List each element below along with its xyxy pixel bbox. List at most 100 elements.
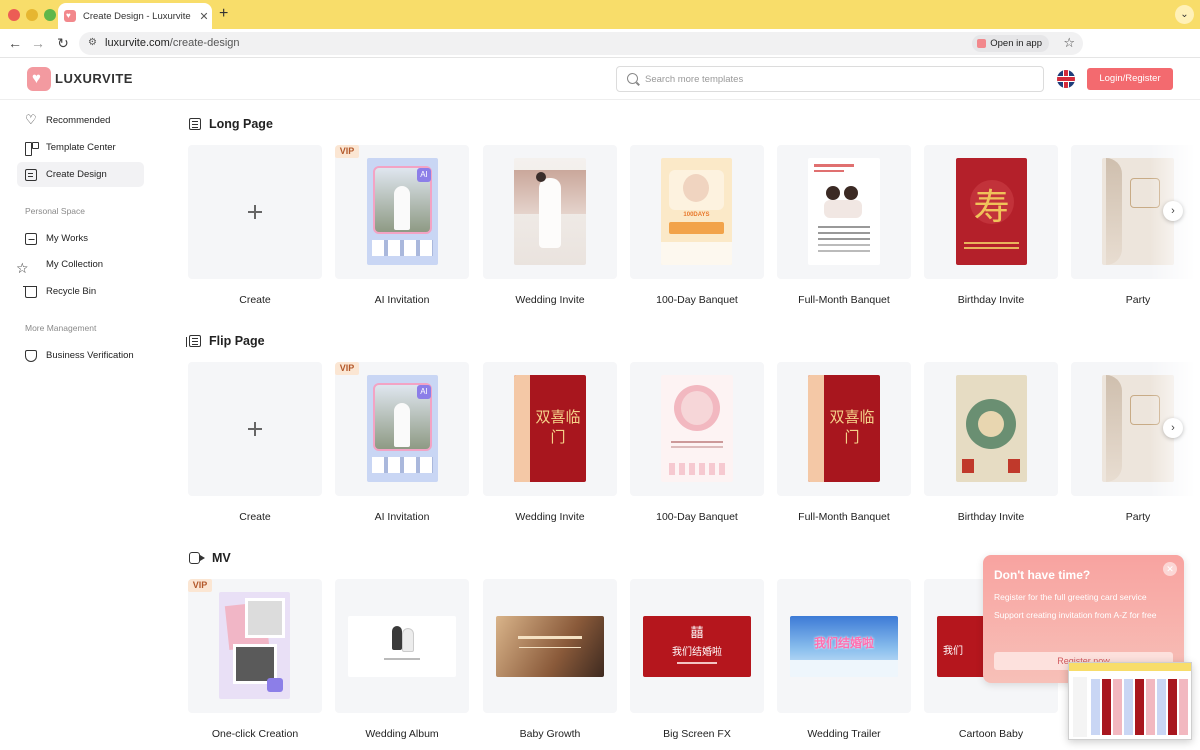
sidebar-item-template-center[interactable]: Template Center (17, 135, 144, 160)
sidebar-item-my-collection[interactable]: My Collection (16, 252, 144, 277)
promo-text: Support creating invitation from A-Z for… (994, 610, 1157, 620)
card-wedding-invite[interactable]: 双喜临门 (483, 362, 617, 496)
card-label: Party (1125, 294, 1151, 306)
card-100-day-banquet[interactable] (630, 362, 764, 496)
search-box[interactable] (616, 66, 1044, 92)
bookmark-star-icon[interactable]: ☆ (1063, 35, 1075, 51)
section-title-mv: MV (189, 551, 231, 565)
sidebar-item-recycle-bin[interactable]: Recycle Bin (17, 279, 144, 304)
plus-icon (248, 205, 262, 219)
shield-icon (25, 349, 37, 362)
card-wedding-trailer[interactable]: 我们结婚啦 (777, 579, 911, 713)
tab-search-chevron-icon[interactable]: ⌄ (1175, 5, 1194, 24)
card-label: Wedding Trailer (807, 728, 881, 740)
screenshot-preview-thumbnail[interactable] (1068, 662, 1192, 740)
card-label: Cartoon Baby (958, 728, 1024, 740)
cartoon-couple-thumbnail (808, 158, 880, 265)
card-create[interactable] (188, 362, 322, 496)
login-register-button[interactable]: Login/Register (1087, 68, 1173, 90)
flip-page-icon (186, 335, 201, 347)
card-birthday-invite[interactable]: 寿 (924, 145, 1058, 279)
search-input[interactable] (645, 71, 1025, 88)
big-screen-thumbnail: 囍 我们结婚啦 (643, 616, 751, 677)
template-icon (25, 141, 39, 156)
trash-icon (23, 285, 37, 298)
window-maximize-button[interactable] (44, 9, 56, 21)
window-close-button[interactable] (8, 9, 20, 21)
address-bar[interactable]: ⚙ luxurvite.com/create-design Open in ap… (79, 32, 1083, 55)
sidebar-item-create-design[interactable]: Create Design (17, 162, 144, 187)
personal-space-heading: Personal Space (25, 206, 86, 216)
site-settings-icon[interactable]: ⚙ (88, 37, 100, 49)
ai-invitation-thumbnail: AI (367, 375, 438, 482)
sidebar-item-business-verification[interactable]: Business Verification (17, 343, 144, 368)
reload-icon[interactable]: ↻ (54, 35, 72, 52)
sidebar-item-my-works[interactable]: My Works (17, 226, 144, 251)
card-label: One-click Creation (211, 728, 299, 740)
sidebar-item-label: Recommended (46, 115, 111, 126)
long-page-icon (189, 118, 201, 130)
card-birthday-invite[interactable] (924, 362, 1058, 496)
language-flag-icon[interactable] (1057, 70, 1075, 88)
baby-banquet-thumbnail: 100DAYS (661, 158, 732, 265)
card-label: Party (1125, 511, 1151, 523)
sidebar-item-label: My Works (46, 233, 89, 244)
card-wedding-invite[interactable] (483, 145, 617, 279)
url-text[interactable]: luxurvite.com/create-design (105, 37, 240, 49)
vip-badge: VIP (335, 362, 359, 375)
heart-icon (25, 114, 37, 127)
card-big-screen-fx[interactable]: 囍 我们结婚啦 (630, 579, 764, 713)
double-happiness-thumbnail: 双喜临门 (514, 375, 586, 482)
carousel-next-arrow-icon[interactable]: › (1163, 201, 1183, 221)
create-icon (25, 168, 37, 181)
section-title-flip-page: Flip Page (186, 334, 265, 348)
baby-pink-thumbnail (661, 375, 733, 482)
card-label: Wedding Invite (515, 294, 585, 306)
double-happiness-thumbnail: 双喜临门 (808, 375, 880, 482)
card-wedding-album[interactable] (335, 579, 469, 713)
birthday-red-thumbnail: 寿 (956, 158, 1027, 265)
site-favicon-icon (64, 10, 76, 22)
sidebar-item-label: Business Verification (46, 350, 134, 361)
close-icon[interactable]: ✕ (1163, 562, 1177, 576)
card-create[interactable] (188, 145, 322, 279)
back-arrow-icon[interactable]: ← (6, 35, 24, 51)
tab-title: Create Design - Luxurvite (83, 10, 191, 22)
card-label: Create (239, 511, 271, 523)
forward-arrow-icon[interactable]: → (29, 35, 47, 51)
tab-close-icon[interactable]: ✕ (196, 10, 212, 23)
card-label: Wedding Album (365, 728, 439, 740)
browser-tab-bar: Create Design - Luxurvite ✕ + ⌄ (0, 0, 1200, 29)
logo-text[interactable]: LUXURVITE (55, 71, 133, 86)
card-label: Big Screen FX (663, 728, 731, 740)
card-label: Wedding Invite (515, 511, 585, 523)
sidebar-item-recommended[interactable]: Recommended (17, 108, 144, 133)
wedding-trailer-thumbnail: 我们结婚啦 (790, 616, 898, 677)
card-label: AI Invitation (374, 511, 430, 523)
card-full-month-banquet[interactable] (777, 145, 911, 279)
new-tab-button[interactable]: + (219, 5, 228, 23)
card-100-day-banquet[interactable]: 100DAYS (630, 145, 764, 279)
card-ai-invitation[interactable]: VIP AI (335, 145, 469, 279)
sidebar-item-label: Template Center (46, 142, 116, 153)
card-label: 100-Day Banquet (656, 294, 738, 306)
card-one-click-creation[interactable]: VIP (188, 579, 322, 713)
open-in-app-button[interactable]: Open in app (972, 35, 1049, 52)
video-camera-icon (189, 552, 205, 564)
vip-badge: VIP (335, 145, 359, 158)
card-baby-growth[interactable] (483, 579, 617, 713)
plus-icon (248, 422, 262, 436)
baby-growth-thumbnail (496, 616, 604, 677)
logo-heart-icon[interactable] (27, 67, 51, 91)
card-label: Full-Month Banquet (798, 294, 890, 306)
carousel-next-arrow-icon[interactable]: › (1163, 418, 1183, 438)
browser-tab[interactable]: Create Design - Luxurvite ✕ (58, 3, 212, 29)
promo-title: Don't have time? (994, 568, 1091, 582)
more-management-heading: More Management (25, 323, 97, 333)
card-label: 100-Day Banquet (656, 511, 738, 523)
sidebar-item-label: Create Design (46, 169, 107, 180)
card-full-month-banquet[interactable]: 双喜临门 (777, 362, 911, 496)
image-icon (25, 232, 37, 245)
window-minimize-button[interactable] (26, 9, 38, 21)
card-ai-invitation[interactable]: VIP AI (335, 362, 469, 496)
